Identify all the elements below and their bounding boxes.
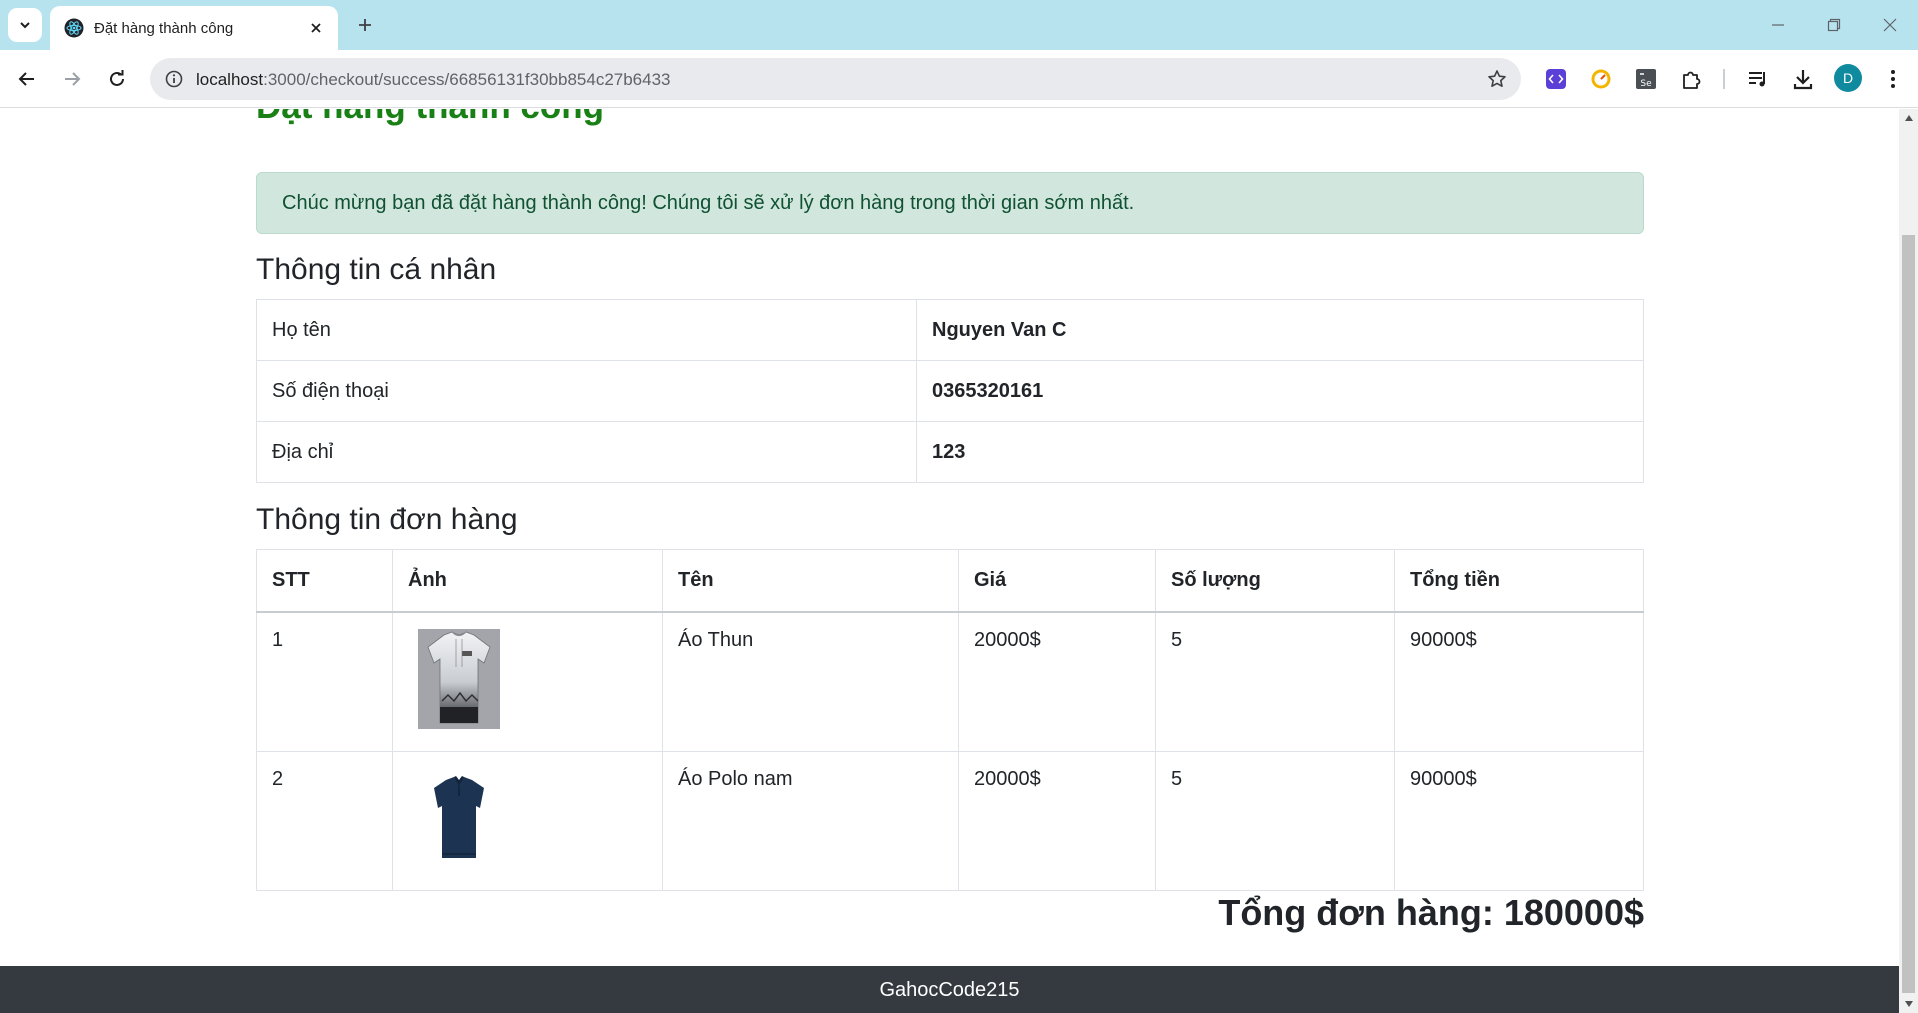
address-bar[interactable]: localhost:3000/checkout/success/66856131… [150,58,1521,100]
table-row: 1 Áo Thun 20000$ 5 90000$ [256,611,1644,752]
site-footer: GahocCode215 [0,966,1899,1013]
code-extension-icon [1546,69,1566,89]
table-header-row: STT Ảnh Tên Giá Số lượng Tổng tiền [256,549,1644,613]
triangle-up-icon [1904,115,1913,121]
info-label: Họ tên [256,299,917,361]
column-header: STT [256,549,393,613]
url-path: :3000/checkout/success/66856131f30bb854c… [263,70,671,89]
info-value: Nguyen Van C [916,299,1644,361]
profile-avatar[interactable]: D [1834,64,1862,92]
info-value: 0365320161 [916,360,1644,422]
table-row: Họ tên Nguyen Van C [256,299,1644,361]
download-icon [1793,70,1813,90]
site-info-button[interactable] [162,67,186,91]
navy-polo-image [418,767,500,868]
tab-title: Đặt hàng thành công [94,20,234,37]
close-window-button[interactable] [1877,12,1903,38]
back-button[interactable] [10,62,44,96]
close-icon [311,23,321,33]
tab-close-button[interactable] [306,18,326,38]
scroll-down-button[interactable] [1899,995,1918,1013]
cell-image [392,611,663,752]
new-tab-button[interactable] [352,12,378,38]
active-tab[interactable]: Đặt hàng thành công [50,6,338,50]
success-alert: Chúc mừng bạn đã đặt hàng thành công! Ch… [256,172,1644,234]
bookmark-star-button[interactable] [1485,67,1509,91]
restore-button[interactable] [1821,12,1847,38]
browser-tab-strip: Đặt hàng thành công [0,0,1918,50]
cell-image [392,750,663,891]
arrow-left-icon [18,72,34,86]
minimize-button[interactable] [1765,12,1791,38]
page-viewport: Đặt hàng thành công Chúc mừng bạn đã đặt… [0,109,1899,1013]
playlist-icon [1749,72,1765,87]
order-info-heading: Thông tin đơn hàng [256,503,518,536]
url-host: localhost [196,70,264,89]
cell-total: 90000$ [1394,611,1644,752]
info-label: Số điện thoại [256,360,917,422]
media-control-button[interactable] [1744,65,1772,93]
info-value: 123 [916,421,1644,483]
column-header: Tổng tiền [1394,549,1644,613]
cell-quantity: 5 [1155,611,1395,752]
page-title: Đặt hàng thành công [256,109,604,127]
order-total: Tổng đơn hàng: 180000$ [1218,892,1644,933]
footer-text: GahocCode215 [879,979,1020,1001]
forward-button[interactable] [55,62,89,96]
table-row: Địa chỉ 123 [256,421,1644,483]
page-scrollbar[interactable] [1899,109,1918,1013]
chevron-down-icon [20,22,30,29]
minimize-icon [1772,24,1784,26]
react-logo-icon [64,18,84,38]
cell-quantity: 5 [1155,750,1395,891]
column-header: Giá [958,549,1156,613]
restore-icon [1827,18,1841,32]
browser-toolbar: localhost:3000/checkout/success/66856131… [0,50,1918,108]
toolbar-separator [1723,69,1725,89]
personal-info-table: Họ tên Nguyen Van C Số điện thoại 036532… [256,299,1644,483]
arrow-right-icon [65,72,81,86]
reload-button[interactable] [100,62,134,96]
column-header: Tên [662,549,959,613]
extension-selenium-button[interactable]: Se [1632,65,1660,93]
order-items-table: STT Ảnh Tên Giá Số lượng Tổng tiền 1 Áo … [256,549,1644,891]
svg-text:Se: Se [1640,79,1652,89]
browser-menu-button[interactable] [1879,65,1907,93]
cell-price: 20000$ [958,611,1156,752]
cell-stt: 2 [256,750,393,891]
column-header: Ảnh [392,549,663,613]
puzzle-icon [1683,71,1701,89]
white-tshirt-image [418,628,500,729]
plus-icon [359,19,371,31]
cell-total: 90000$ [1394,750,1644,891]
close-icon [1883,18,1897,32]
star-icon [1488,70,1506,87]
info-icon [165,70,183,88]
scroll-up-button[interactable] [1899,109,1918,127]
url-text[interactable]: localhost:3000/checkout/success/66856131… [196,70,671,90]
cell-name: Áo Polo nam [662,750,959,891]
scrollbar-thumb[interactable] [1902,235,1915,993]
extension-speed-button[interactable] [1587,65,1615,93]
cell-name: Áo Thun [662,611,959,752]
info-label: Địa chỉ [256,421,917,483]
personal-info-heading: Thông tin cá nhân [256,253,497,286]
downloads-button[interactable] [1789,65,1817,93]
gauge-extension-icon [1591,69,1611,89]
cell-price: 20000$ [958,750,1156,891]
more-vertical-icon [1891,70,1895,88]
selenium-extension-icon: Se [1636,69,1656,89]
table-row: Số điện thoại 0365320161 [256,360,1644,422]
tab-search-button[interactable] [8,8,42,42]
cell-stt: 1 [256,611,393,752]
extension-devtools-button[interactable] [1542,65,1570,93]
triangle-down-icon [1904,1001,1913,1007]
column-header: Số lượng [1155,549,1395,613]
reload-icon [110,70,124,86]
extensions-menu-button[interactable] [1677,65,1705,93]
table-row: 2 Áo Polo nam 20000$ 5 90000$ [256,750,1644,891]
